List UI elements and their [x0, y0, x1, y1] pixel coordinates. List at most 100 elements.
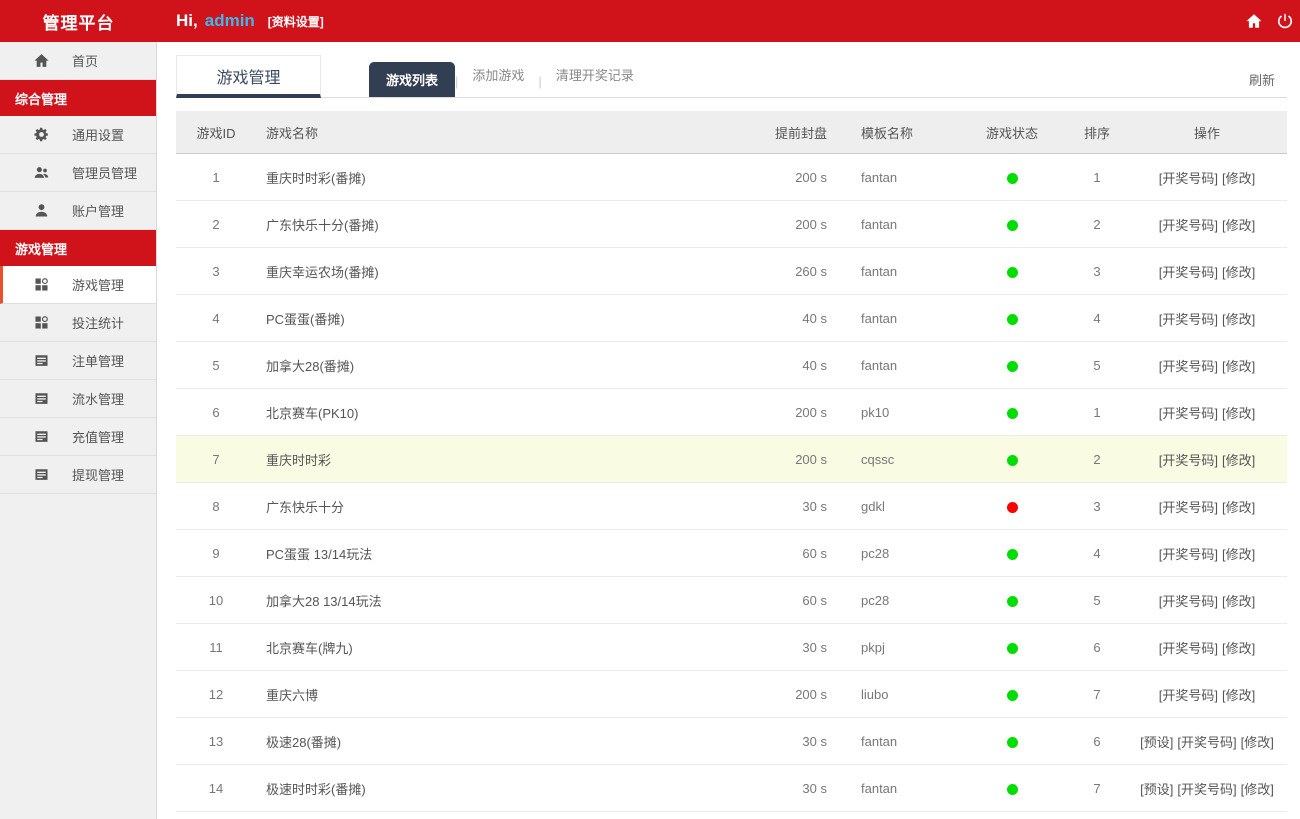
sidebar-item-admin-management[interactable]: 管理员管理: [0, 154, 156, 192]
cell-template: fantan: [861, 733, 898, 749]
cell-actions: [开奖号码] [修改]: [1127, 685, 1287, 704]
cell-order: 2: [1093, 451, 1101, 467]
cell-game-id: 6: [212, 404, 220, 420]
sidebar-item-home[interactable]: 首页: [0, 42, 156, 80]
sidebar-item-game-management[interactable]: 游戏管理: [0, 266, 156, 304]
cell-actions: [开奖号码] [修改]: [1127, 309, 1287, 328]
tab-add-game[interactable]: 添加游戏: [458, 58, 538, 91]
status-dot-on: [1006, 172, 1018, 184]
cell-game-id: 1: [212, 169, 220, 185]
cell-template: fantan: [861, 263, 898, 279]
cell-actions: [开奖号码] [修改]: [1127, 262, 1287, 281]
cell-game-name: 加拿大28 13/14玩法: [266, 593, 382, 609]
row-action-draw-number[interactable]: [开奖号码]: [1159, 312, 1218, 327]
row-action-draw-number[interactable]: [开奖号码]: [1159, 688, 1218, 703]
username: admin: [204, 11, 255, 30]
row-action-draw-number[interactable]: [开奖号码]: [1159, 453, 1218, 468]
grid-icon: [33, 276, 50, 293]
row-action-draw-number[interactable]: [开奖号码]: [1159, 171, 1218, 186]
row-action-draw-number[interactable]: [开奖号码]: [1159, 500, 1218, 515]
sidebar-section-general-management: 综合管理: [0, 80, 156, 116]
cell-actions: [开奖号码] [修改]: [1127, 591, 1287, 610]
profile-settings-link[interactable]: [资料设置]: [268, 13, 324, 30]
sidebar-item-withdraw-management[interactable]: 提现管理: [0, 456, 156, 494]
row-action-modify[interactable]: [修改]: [1222, 406, 1255, 421]
table-row: 13 极速28(番摊) 30 s fantan 6 [预设] [开奖号码] [修改]: [176, 718, 1287, 765]
row-action-draw-number[interactable]: [开奖号码]: [1159, 547, 1218, 562]
row-action-draw-number[interactable]: [开奖号码]: [1159, 641, 1218, 656]
cell-status: [957, 499, 1067, 514]
cell-game-id: 10: [208, 592, 224, 608]
cell-game-id: 12: [208, 686, 224, 702]
cell-close-time: 30 s: [802, 498, 827, 514]
row-action-modify[interactable]: [修改]: [1222, 594, 1255, 609]
cell-actions: [开奖号码] [修改]: [1127, 168, 1287, 187]
cell-close-time: 40 s: [802, 357, 827, 373]
tab-bar: 游戏管理 游戏列表 | 添加游戏 | 清理开奖记录 刷新: [176, 55, 1287, 98]
sidebar-item-order-management[interactable]: 注单管理: [0, 342, 156, 380]
sidebar-item-recharge-management[interactable]: 充值管理: [0, 418, 156, 456]
cell-game-id: 8: [212, 498, 220, 514]
row-action-preset[interactable]: [预设]: [1140, 782, 1173, 797]
cell-template: pc28: [861, 545, 890, 561]
grid-icon: [33, 314, 50, 331]
cell-status: [957, 311, 1067, 326]
row-action-draw-number[interactable]: [开奖号码]: [1177, 782, 1236, 797]
sidebar-item-account-management[interactable]: 账户管理: [0, 192, 156, 230]
status-dot-on: [1006, 313, 1018, 325]
row-action-modify[interactable]: [修改]: [1222, 171, 1255, 186]
row-action-modify[interactable]: [修改]: [1222, 359, 1255, 374]
table-row: 4 PC蛋蛋(番摊) 40 s fantan 4 [开奖号码] [修改]: [176, 295, 1287, 342]
status-dot-on: [1006, 407, 1018, 419]
table-row: 10 加拿大28 13/14玩法 60 s pc28 5 [开奖号码] [修改]: [176, 577, 1287, 624]
cell-actions: [开奖号码] [修改]: [1127, 497, 1287, 516]
status-dot-on: [1006, 360, 1018, 372]
row-action-modify[interactable]: [修改]: [1222, 688, 1255, 703]
row-action-modify[interactable]: [修改]: [1222, 453, 1255, 468]
sidebar-item-general-settings[interactable]: 通用设置: [0, 116, 156, 154]
cell-actions: [开奖号码] [修改]: [1127, 356, 1287, 375]
cell-game-name: 北京赛车(PK10): [266, 405, 359, 421]
row-action-modify[interactable]: [修改]: [1241, 782, 1274, 797]
sidebar-item-label: 投注统计: [72, 316, 125, 331]
column-header: 游戏名称: [266, 125, 319, 141]
home-icon[interactable]: [1245, 12, 1263, 30]
row-action-modify[interactable]: [修改]: [1222, 641, 1255, 656]
cell-order: 7: [1093, 780, 1101, 796]
cell-game-name: 极速28(番摊): [266, 734, 342, 750]
gear-icon: [33, 126, 50, 143]
cell-order: 2: [1093, 216, 1101, 232]
home-icon: [33, 52, 50, 69]
sidebar-item-flow-management[interactable]: 流水管理: [0, 380, 156, 418]
row-action-modify[interactable]: [修改]: [1222, 500, 1255, 515]
status-dot-on: [1006, 783, 1018, 795]
tab-clear-draw-records[interactable]: 清理开奖记录: [542, 58, 648, 91]
cell-status: [957, 546, 1067, 561]
cell-game-id: 5: [212, 357, 220, 373]
games-table: 游戏ID 游戏名称 提前封盘 模板名称 游戏状态 排序 操作 1 重庆时时彩(番摊) 200 s…: [176, 111, 1287, 812]
table-row: 2 广东快乐十分(番摊) 200 s fantan 2 [开奖号码] [修改]: [176, 201, 1287, 248]
row-action-draw-number[interactable]: [开奖号码]: [1159, 218, 1218, 233]
row-action-draw-number[interactable]: [开奖号码]: [1177, 735, 1236, 750]
cell-template: fantan: [861, 169, 898, 185]
sidebar-item-bet-statistics[interactable]: 投注统计: [0, 304, 156, 342]
row-action-modify[interactable]: [修改]: [1222, 265, 1255, 280]
list-icon: [33, 428, 50, 445]
power-icon[interactable]: [1276, 12, 1294, 30]
cell-close-time: 60 s: [802, 545, 827, 561]
tab-game-list[interactable]: 游戏列表: [369, 62, 456, 97]
row-action-modify[interactable]: [修改]: [1222, 218, 1255, 233]
row-action-draw-number[interactable]: [开奖号码]: [1159, 594, 1218, 609]
row-action-draw-number[interactable]: [开奖号码]: [1159, 265, 1218, 280]
row-action-draw-number[interactable]: [开奖号码]: [1159, 406, 1218, 421]
column-header: 模板名称: [861, 125, 914, 141]
row-action-modify[interactable]: [修改]: [1241, 735, 1274, 750]
cell-order: 7: [1093, 686, 1101, 702]
row-action-preset[interactable]: [预设]: [1140, 735, 1173, 750]
row-action-modify[interactable]: [修改]: [1222, 547, 1255, 562]
page-tab-game-management[interactable]: 游戏管理: [176, 55, 321, 98]
row-action-draw-number[interactable]: [开奖号码]: [1159, 359, 1218, 374]
header-actions: [1245, 12, 1300, 30]
refresh-link[interactable]: 刷新: [1249, 70, 1275, 89]
row-action-modify[interactable]: [修改]: [1222, 312, 1255, 327]
